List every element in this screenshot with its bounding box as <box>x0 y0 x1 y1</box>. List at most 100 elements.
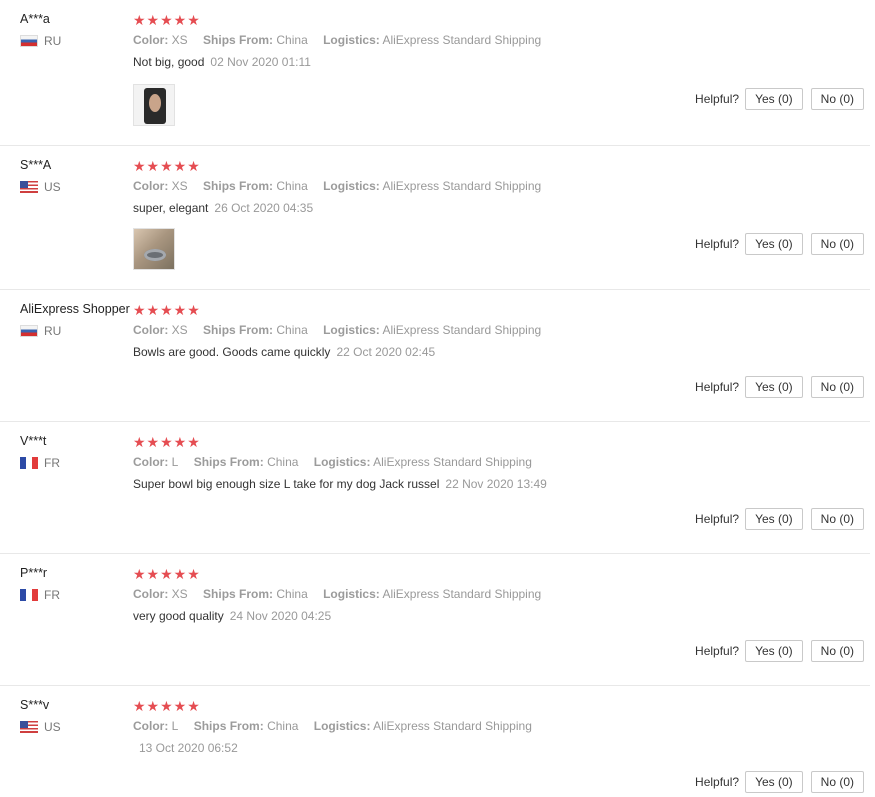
review-date: 22 Nov 2020 13:49 <box>445 477 547 491</box>
helpful-no-button[interactable]: No (0) <box>810 88 864 110</box>
color-value: XS <box>171 587 188 601</box>
logistics-value: AliExpress Standard Shipping <box>382 323 542 337</box>
color-value: XS <box>171 323 188 337</box>
review-text: super, elegant <box>133 201 209 215</box>
order-info: Color: XS Ships From: China Logistics: A… <box>133 179 542 193</box>
reviewer-info: AliExpress Shopper RU <box>20 302 132 338</box>
review-text-line: 13 Oct 2020 06:52 <box>133 741 870 755</box>
helpful-no-button[interactable]: No (0) <box>810 771 864 793</box>
color-value: L <box>171 719 179 733</box>
reviewer-country: FR <box>20 588 132 602</box>
reviewer-name: S***v <box>20 698 50 712</box>
reviewer-name: AliExpress Shopper <box>20 302 130 316</box>
review-text-line: very good quality 24 Nov 2020 04:25 <box>133 609 870 623</box>
helpful-controls: Helpful? Yes (0) No (0) <box>695 88 864 110</box>
review-date: 13 Oct 2020 06:52 <box>139 741 238 755</box>
order-info: Color: XS Ships From: China Logistics: A… <box>133 33 542 47</box>
ru-flag-icon <box>20 325 38 337</box>
reviewer-name: P***r <box>20 566 48 580</box>
helpful-controls: Helpful? Yes (0) No (0) <box>695 640 864 662</box>
order-info: Color: XS Ships From: China Logistics: A… <box>133 323 542 337</box>
rating-stars: ★★★★★ <box>133 302 201 318</box>
review-text: Bowls are good. Goods came quickly <box>133 345 331 359</box>
helpful-no-button[interactable]: No (0) <box>810 640 864 662</box>
country-code: FR <box>44 588 60 602</box>
helpful-controls: Helpful? Yes (0) No (0) <box>695 376 864 398</box>
reviewer-country: US <box>20 720 132 734</box>
order-info: Color: L Ships From: China Logistics: Al… <box>133 455 532 469</box>
review-content: ★★★★★ Color: XS Ships From: China Logist… <box>133 302 870 359</box>
helpful-label: Helpful? <box>695 237 740 251</box>
review-content: ★★★★★ Color: XS Ships From: China Logist… <box>133 12 870 69</box>
helpful-controls: Helpful? Yes (0) No (0) <box>695 771 864 793</box>
logistics-value: AliExpress Standard Shipping <box>382 33 542 47</box>
review-item: AliExpress Shopper RU ★★★★★ Color: XS Sh… <box>0 290 870 422</box>
us-flag-icon <box>20 721 38 733</box>
helpful-yes-button[interactable]: Yes (0) <box>745 88 803 110</box>
country-code: RU <box>44 324 62 338</box>
review-text-line: Bowls are good. Goods came quickly 22 Oct… <box>133 345 870 359</box>
helpful-controls: Helpful? Yes (0) No (0) <box>695 508 864 530</box>
color-value: XS <box>171 179 188 193</box>
logistics-value: AliExpress Standard Shipping <box>373 719 532 733</box>
review-date: 22 Oct 2020 02:45 <box>336 345 436 359</box>
reviewer-country: US <box>20 180 132 194</box>
helpful-no-button[interactable]: No (0) <box>810 508 864 530</box>
helpful-yes-button[interactable]: Yes (0) <box>745 640 803 662</box>
logistics-value: AliExpress Standard Shipping <box>382 587 542 601</box>
reviewer-name: A***a <box>20 12 50 26</box>
review-date: 02 Nov 2020 01:11 <box>210 55 311 69</box>
review-item: V***t FR ★★★★★ Color: L Ships From: Chin… <box>0 422 870 554</box>
review-text-line: Not big, good 02 Nov 2020 01:11 <box>133 55 870 69</box>
reviewer-name: S***A <box>20 158 52 172</box>
order-info: Color: L Ships From: China Logistics: Al… <box>133 719 532 733</box>
color-value: XS <box>171 33 188 47</box>
helpful-yes-button[interactable]: Yes (0) <box>745 771 803 793</box>
reviewer-name: V***t <box>20 434 47 448</box>
ships-from-value: China <box>267 455 299 469</box>
review-text: Not big, good <box>133 55 205 69</box>
helpful-label: Helpful? <box>695 644 740 658</box>
reviewer-country: FR <box>20 456 132 470</box>
helpful-label: Helpful? <box>695 380 740 394</box>
order-info: Color: XS Ships From: China Logistics: A… <box>133 587 542 601</box>
review-list: A***a RU ★★★★★ Color: XS Ships From: Chi… <box>0 0 875 797</box>
review-item: A***a RU ★★★★★ Color: XS Ships From: Chi… <box>0 0 870 146</box>
review-item: S***v US ★★★★★ Color: L Ships From: Chin… <box>0 686 870 797</box>
review-photo-thumbnail[interactable] <box>133 228 175 270</box>
review-content: ★★★★★ Color: L Ships From: China Logisti… <box>133 434 870 491</box>
helpful-no-button[interactable]: No (0) <box>810 233 864 255</box>
review-content: ★★★★★ Color: L Ships From: China Logisti… <box>133 698 870 755</box>
reviewer-info: S***v US <box>20 698 132 734</box>
helpful-yes-button[interactable]: Yes (0) <box>745 376 803 398</box>
country-code: US <box>44 720 61 734</box>
review-item: P***r FR ★★★★★ Color: XS Ships From: Chi… <box>0 554 870 686</box>
reviewer-country: RU <box>20 324 132 338</box>
helpful-label: Helpful? <box>695 92 740 106</box>
review-text: very good quality <box>133 609 224 623</box>
review-date: 26 Oct 2020 04:35 <box>214 201 314 215</box>
ships-from-value: China <box>276 587 308 601</box>
review-content: ★★★★★ Color: XS Ships From: China Logist… <box>133 158 870 215</box>
review-text-line: super, elegant 26 Oct 2020 04:35 <box>133 201 870 215</box>
fr-flag-icon <box>20 589 38 601</box>
logistics-value: AliExpress Standard Shipping <box>382 179 542 193</box>
helpful-label: Helpful? <box>695 775 740 789</box>
helpful-yes-button[interactable]: Yes (0) <box>745 233 803 255</box>
ships-from-value: China <box>276 323 308 337</box>
reviewer-info: V***t FR <box>20 434 132 470</box>
reviewer-info: P***r FR <box>20 566 132 602</box>
helpful-controls: Helpful? Yes (0) No (0) <box>695 233 864 255</box>
helpful-yes-button[interactable]: Yes (0) <box>745 508 803 530</box>
reviewer-info: S***A US <box>20 158 132 194</box>
rating-stars: ★★★★★ <box>133 566 201 582</box>
country-code: US <box>44 180 61 194</box>
color-value: L <box>171 455 179 469</box>
fr-flag-icon <box>20 457 38 469</box>
review-date: 24 Nov 2020 04:25 <box>229 609 332 623</box>
review-text: Super bowl big enough size L take for my… <box>133 477 440 491</box>
helpful-no-button[interactable]: No (0) <box>810 376 864 398</box>
review-photo-thumbnail[interactable] <box>133 84 175 126</box>
country-code: RU <box>44 34 62 48</box>
logistics-value: AliExpress Standard Shipping <box>373 455 532 469</box>
